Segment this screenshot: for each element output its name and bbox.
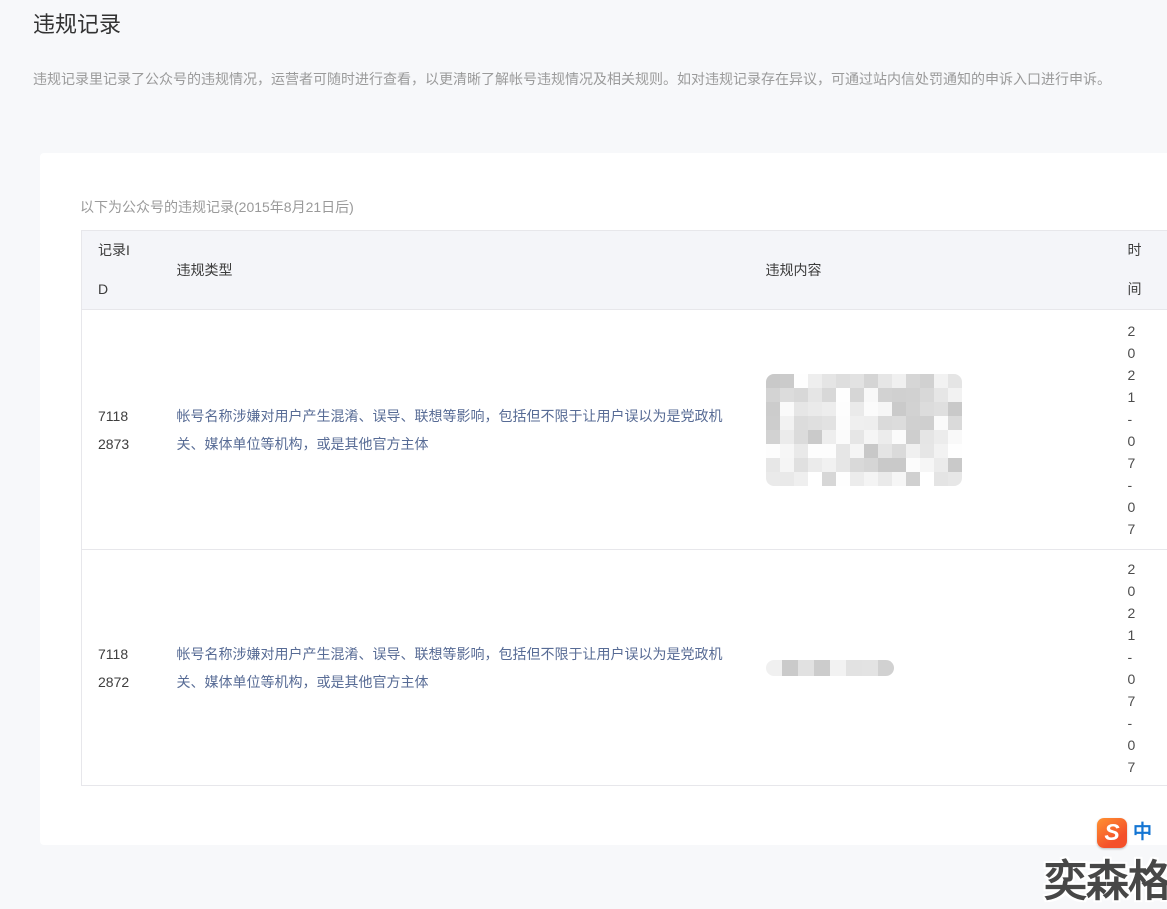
column-header-violation-type: 违规类型 bbox=[177, 231, 762, 310]
table-header-row: 记录ID 违规类型 违规内容 时间 bbox=[82, 231, 1167, 310]
table-row: 71182873 帐号名称涉嫌对用户产生混淆、误导、联想等影响，包括但不限于让用… bbox=[82, 310, 1167, 550]
ime-s-glyph: S bbox=[1104, 817, 1119, 847]
column-header-record-id: 记录ID bbox=[82, 231, 177, 310]
violation-content-cell bbox=[762, 550, 1112, 786]
record-id-cell: 71182873 bbox=[82, 310, 177, 550]
column-header-violation-content: 违规内容 bbox=[762, 231, 1112, 310]
time-cell: 2021-07-07 bbox=[1112, 550, 1167, 786]
violation-type-link[interactable]: 帐号名称涉嫌对用户产生混淆、误导、联想等影响，包括但不限于让用户误以为是党政机关… bbox=[177, 550, 762, 786]
violation-content-cell bbox=[762, 310, 1112, 550]
violation-type-link[interactable]: 帐号名称涉嫌对用户产生混淆、误导、联想等影响，包括但不限于让用户误以为是党政机关… bbox=[177, 310, 762, 550]
time-cell: 2021-07-07 bbox=[1112, 310, 1167, 550]
violation-records-card: 以下为公众号的违规记录(2015年8月21日后) 记录ID 违规类型 违规内容 … bbox=[40, 153, 1167, 845]
column-header-time: 时间 bbox=[1112, 231, 1167, 310]
watermark-logo: 奕森格 bbox=[1044, 847, 1167, 909]
records-caption: 以下为公众号的违规记录(2015年8月21日后) bbox=[80, 197, 354, 217]
violation-records-table: 记录ID 违规类型 违规内容 时间 71182873 帐号名称涉嫌对用户产生混淆… bbox=[81, 230, 1167, 786]
redacted-content-mosaic bbox=[766, 374, 962, 486]
table-row: 71182872 帐号名称涉嫌对用户产生混淆、误导、联想等影响，包括但不限于让用… bbox=[82, 550, 1167, 786]
ime-mode-indicator[interactable]: 中 bbox=[1133, 822, 1152, 844]
redacted-content-mosaic bbox=[766, 660, 894, 676]
page-description: 违规记录里记录了公众号的违规情况，运营者可随时进行查看，以更清晰了解帐号违规情况… bbox=[33, 69, 1143, 89]
page-title: 违规记录 bbox=[33, 10, 121, 40]
sogou-input-icon[interactable]: S bbox=[1097, 818, 1127, 848]
record-id-cell: 71182872 bbox=[82, 550, 177, 786]
